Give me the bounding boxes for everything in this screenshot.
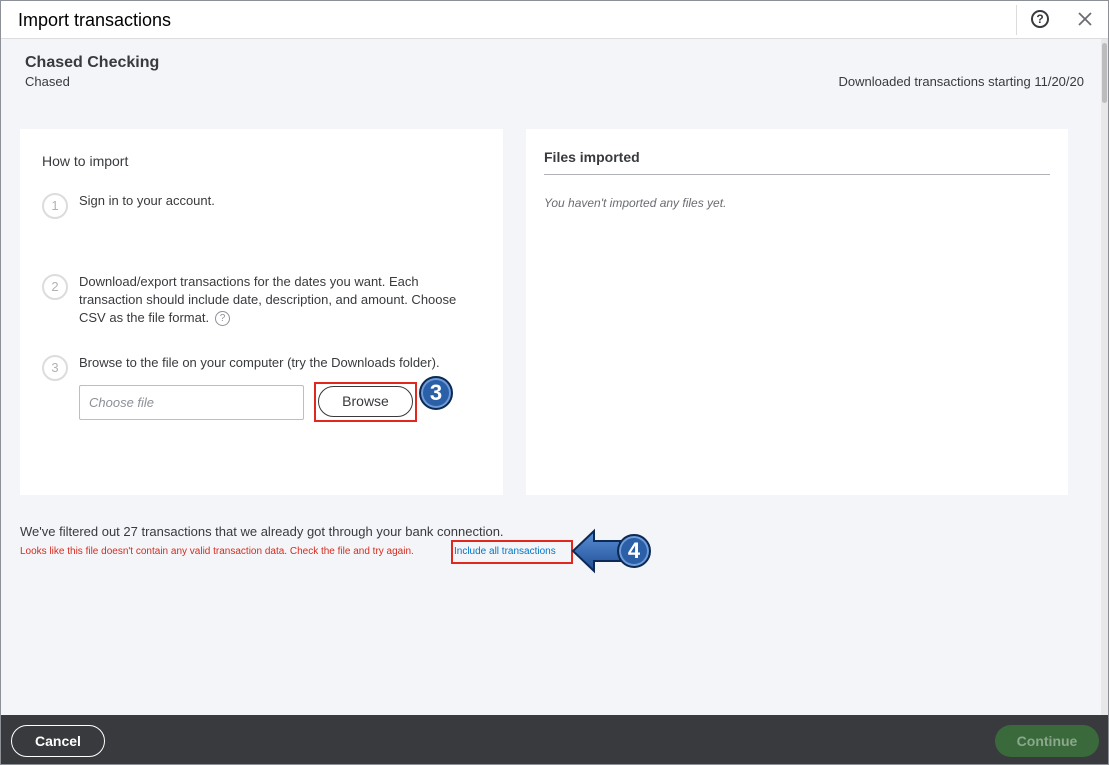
info-icon[interactable]: ?	[215, 311, 231, 327]
title-divider	[1016, 5, 1017, 35]
step-2-number: 2	[42, 274, 68, 300]
files-imported-panel: Files imported You haven't imported any …	[526, 129, 1068, 495]
how-to-import-panel: How to import 1 Sign in to your account.…	[20, 129, 503, 495]
files-imported-title: Files imported	[544, 149, 640, 165]
callout-badge-3: 3	[419, 376, 453, 410]
step-1-text: Sign in to your account.	[79, 193, 215, 208]
cancel-button[interactable]: Cancel	[11, 725, 105, 757]
step-3-text: Browse to the file on your computer (try…	[79, 355, 440, 370]
how-to-import-title: How to import	[42, 153, 129, 169]
continue-button[interactable]: Continue	[995, 725, 1099, 757]
step-3-number: 3	[42, 355, 68, 381]
account-name: Chased Checking	[25, 54, 160, 71]
browse-button[interactable]: Browse	[318, 386, 413, 417]
files-empty-message: You haven't imported any files yet.	[544, 196, 727, 210]
dialog-title: Import transactions	[18, 10, 172, 30]
scrollbar-track[interactable]	[1101, 39, 1108, 715]
invalid-data-error: Looks like this file doesn't contain any…	[20, 546, 414, 557]
step-1-number: 1	[42, 193, 68, 219]
callout-badge-4: 4	[617, 534, 651, 568]
account-institution: Chased	[25, 74, 70, 89]
include-link-highlight-box	[451, 540, 573, 564]
callout-arrow-icon	[571, 528, 621, 574]
import-transactions-dialog: Import transactions ? Chased Checking Ch…	[0, 0, 1109, 765]
help-icon[interactable]: ?	[1031, 10, 1049, 28]
step-2-text: Download/export transactions for the dat…	[79, 273, 469, 327]
filtered-transactions-message: We've filtered out 27 transactions that …	[20, 524, 504, 539]
close-icon[interactable]	[1075, 9, 1095, 29]
download-start-note: Downloaded transactions starting 11/20/2…	[838, 74, 1084, 89]
choose-file-input[interactable]	[79, 385, 304, 420]
title-bar: Import transactions ?	[1, 1, 1108, 39]
step-2-text-content: Download/export transactions for the dat…	[79, 274, 457, 325]
dialog-footer: Cancel Continue	[1, 715, 1108, 764]
files-divider	[544, 174, 1050, 175]
scrollbar-thumb[interactable]	[1102, 43, 1107, 103]
